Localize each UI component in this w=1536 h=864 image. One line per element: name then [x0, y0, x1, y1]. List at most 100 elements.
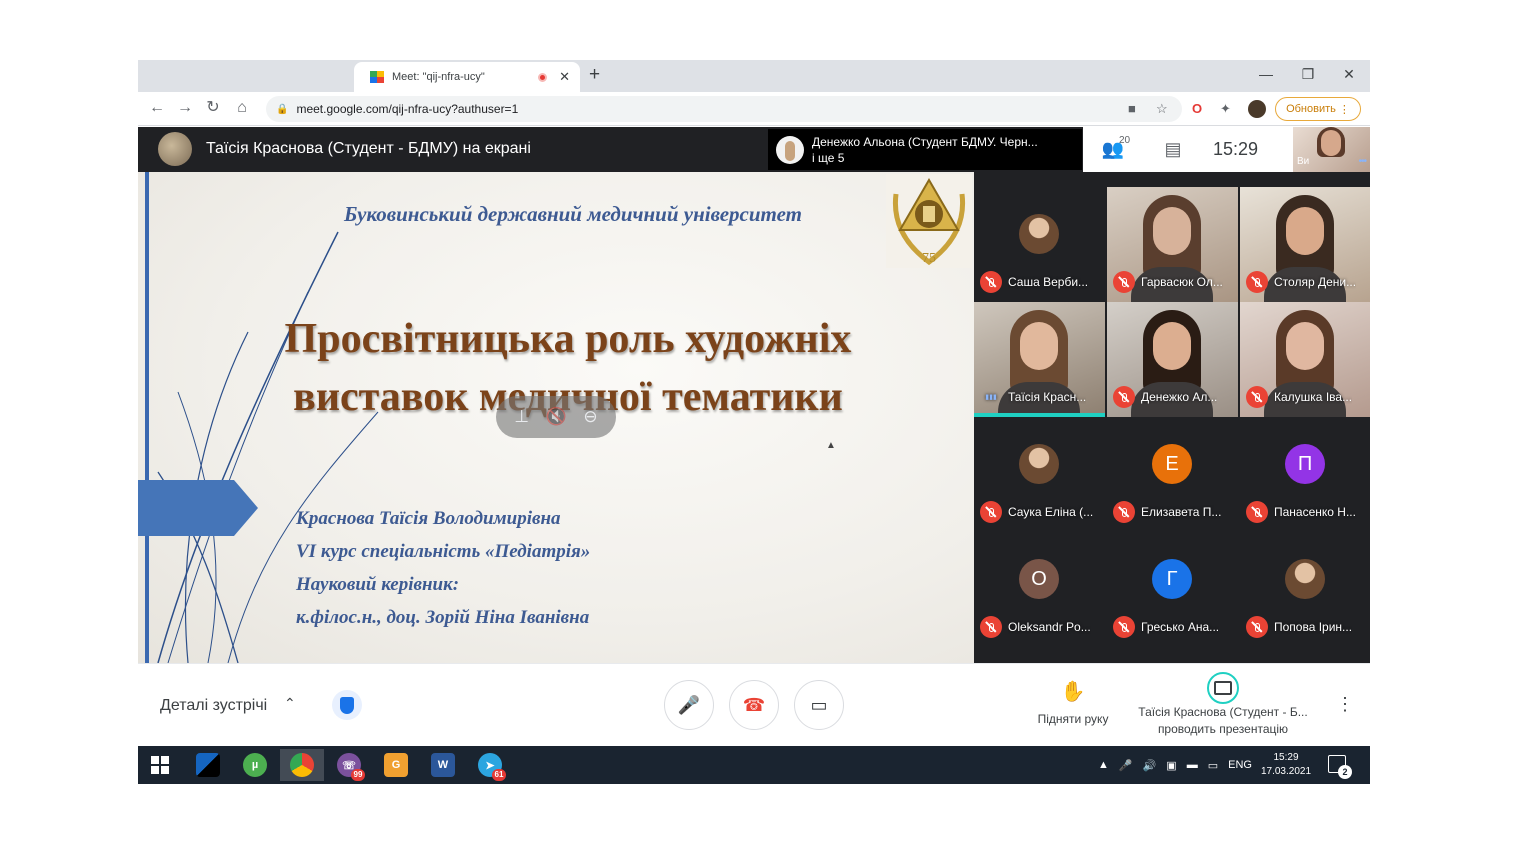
language-indicator[interactable]: ENG	[1228, 759, 1252, 771]
participant-tile[interactable]: Гарвасюк Ол...	[1107, 187, 1238, 302]
tab-meet[interactable]: Meet: "qij-nfra-ucy" ✕	[354, 62, 580, 92]
participant-label: ▮▮▮ Таїсія Красн...	[980, 386, 1102, 408]
participant-tile[interactable]: Калушка Іва...	[1240, 302, 1370, 417]
minimize-button[interactable]: —	[1246, 64, 1286, 84]
meeting-clock: 15:29	[1213, 139, 1259, 159]
participant-name: Таїсія Красн...	[1008, 390, 1087, 404]
new-tab-button[interactable]: +	[589, 65, 600, 85]
taskbar-app-5[interactable]: G	[374, 749, 418, 781]
volume-icon[interactable]: 🔊	[1143, 759, 1157, 772]
utorrent-icon: µ	[243, 753, 267, 777]
slide-university: Буковинський державний медичний універси…	[344, 202, 802, 226]
tray-expand-icon[interactable]: ▲	[1098, 759, 1109, 771]
participant-tile[interactable]: Саша Верби...	[974, 187, 1105, 302]
present-status-button[interactable]: Таїсія Краснова (Студент - Б... проводит…	[1128, 672, 1318, 738]
back-button[interactable]: ←	[146, 98, 168, 118]
participant-name: Гресько Ана...	[1141, 620, 1220, 634]
more-options-icon[interactable]: •••	[1358, 156, 1366, 167]
camera-button[interactable]: ▭	[794, 680, 844, 730]
meet-bottom-bar: Деталі зустрічі ⌃ 🎤 ☎ ▭ ✋ Підняти руку Т…	[138, 663, 1370, 746]
tray-mic-icon[interactable]: 🎤	[1119, 759, 1133, 772]
participant-initial-avatar: Е	[1152, 444, 1192, 484]
camera-icon[interactable]: ■	[1128, 101, 1136, 116]
battery-icon[interactable]: ▬	[1187, 759, 1198, 771]
update-button[interactable]: Обновить ⋮	[1275, 97, 1361, 121]
participant-tile[interactable]: Саука Еліна (...	[974, 417, 1105, 532]
participant-tile[interactable]: Денежко Ал...	[1107, 302, 1238, 417]
participant-tile[interactable]: П Панасенко Н...	[1240, 417, 1370, 532]
taskbar-viber[interactable]: ☏ 99	[327, 749, 371, 781]
chevron-up-icon[interactable]: ⌃	[284, 695, 296, 712]
host-controls-shield-icon[interactable]	[332, 690, 362, 720]
tab-close-icon[interactable]: ✕	[559, 69, 570, 85]
remove-icon[interactable]: ⊖	[583, 407, 597, 427]
participant-label: Саша Верби...	[980, 271, 1102, 293]
participant-tile[interactable]: ▮▮▮ Таїсія Красн...	[974, 302, 1105, 417]
bookmark-star-icon[interactable]: ☆	[1156, 101, 1168, 117]
system-tray: ▲ 🎤 🔊 ▣ ▬ ▭ ENG	[1098, 746, 1262, 784]
participant-label: Oleksandr Po...	[980, 616, 1102, 638]
taskbar-utorrent[interactable]: µ	[233, 749, 277, 781]
participant-tile[interactable]: Е Елизавета П...	[1107, 417, 1238, 532]
participant-tile[interactable]: Г Гресько Ана...	[1107, 532, 1238, 647]
active-speakers: Денежко Альона (Студент БДМУ. Черн... і …	[768, 129, 1082, 170]
taskbar-date: 17.03.2021	[1260, 766, 1312, 777]
tray-app-icon[interactable]: ▣	[1166, 759, 1176, 772]
participant-label: Гарвасюк Ол...	[1113, 271, 1235, 293]
tile-overlay-controls: ⊥ 🔇 ⊖	[496, 396, 616, 438]
participant-photo-avatar	[1019, 214, 1059, 254]
forward-button[interactable]: →	[174, 98, 196, 118]
app-orange-icon: G	[384, 753, 408, 777]
slide-supervisor: к.філос.н., доц. Зорій Ніна Іванівна	[296, 607, 590, 628]
participants-button[interactable]: 👥 20	[1083, 135, 1143, 160]
participant-tile[interactable]: Столяр Дени...	[1240, 187, 1370, 302]
extensions-puzzle-icon[interactable]: ✦	[1220, 101, 1231, 117]
leave-call-button[interactable]: ☎	[729, 680, 779, 730]
network-icon[interactable]: ▭	[1208, 759, 1218, 772]
muted-mic-icon	[980, 616, 1002, 638]
taskbar-word[interactable]: W	[421, 749, 465, 781]
meeting-details-button[interactable]: Деталі зустрічі	[160, 697, 267, 715]
taskbar-app-1[interactable]	[186, 749, 230, 781]
chat-button[interactable]: ▤	[1143, 139, 1203, 160]
viber-badge: 99	[351, 769, 365, 781]
muted-mic-icon	[1113, 271, 1135, 293]
muted-mic-icon	[1246, 616, 1268, 638]
taskbar-chrome[interactable]	[280, 749, 324, 781]
taskbar-time: 15:29	[1273, 752, 1299, 763]
viber-icon: ☏ 99	[337, 753, 365, 781]
raise-hand-button[interactable]: ✋ Підняти руку	[1023, 680, 1123, 726]
window-close-button[interactable]: ✕	[1329, 64, 1369, 84]
participants-count: 20	[1119, 135, 1131, 146]
url-text: meet.google.com/qij-nfra-ucy?authuser=1	[296, 102, 519, 116]
profile-avatar[interactable]	[1248, 100, 1266, 118]
home-button[interactable]: ⌂	[231, 98, 253, 118]
chrome-icon	[290, 753, 314, 777]
meet-top-bar: Таїсія Краснова (Студент - БДМУ) на екра…	[138, 127, 1370, 172]
restore-button[interactable]: ❐	[1288, 64, 1328, 84]
address-bar[interactable]: 🔒 meet.google.com/qij-nfra-ucy?authuser=…	[266, 96, 1182, 122]
more-options-kebab-icon[interactable]: ⋮	[1336, 694, 1354, 715]
participant-label: Денежко Ал...	[1113, 386, 1235, 408]
opera-extension-icon[interactable]: O	[1192, 101, 1202, 116]
notification-center-icon[interactable]: 2	[1328, 755, 1352, 779]
taskbar-clock[interactable]: 15:29 17.03.2021	[1256, 751, 1316, 779]
reload-button[interactable]: ↻	[202, 98, 224, 118]
participant-name: Панасенко Н...	[1274, 505, 1356, 519]
participant-name: Калушка Іва...	[1274, 390, 1353, 404]
participant-tile[interactable]: O Oleksandr Po...	[974, 532, 1105, 647]
presenter-status: Таїсія Краснова (Студент - БДМУ) на екра…	[206, 140, 531, 157]
participant-grid: Саша Верби... Гарвасюк Ол... Столяр Дени..…	[974, 172, 1370, 663]
mute-audio-icon[interactable]: 🔇	[546, 407, 567, 427]
microphone-button[interactable]: 🎤	[664, 680, 714, 730]
participant-name: Елизавета П...	[1141, 505, 1222, 519]
start-button[interactable]	[138, 749, 182, 781]
presenter-line-2: проводить презентацію	[1157, 722, 1289, 736]
taskbar-telegram[interactable]: ➤ 61	[468, 749, 512, 781]
pin-icon[interactable]: ⊥	[514, 407, 529, 427]
muted-mic-icon	[1246, 386, 1268, 408]
participant-tile[interactable]: Попова Ірин...	[1240, 532, 1370, 647]
notification-count: 2	[1338, 765, 1352, 779]
self-view-tile[interactable]: Ви •••	[1293, 127, 1370, 172]
university-emblem-icon: 75	[886, 174, 972, 268]
